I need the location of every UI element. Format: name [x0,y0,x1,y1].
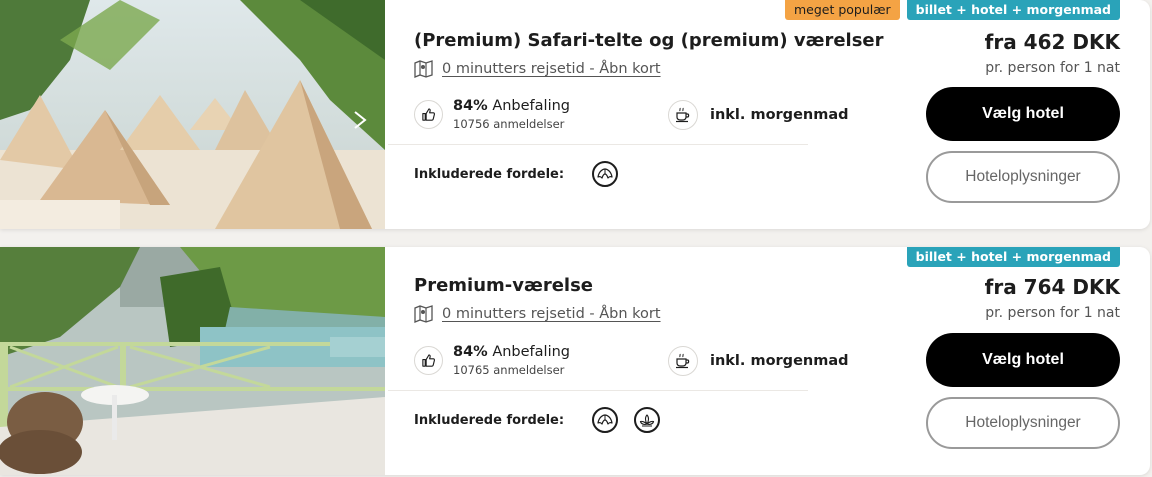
hotel-photo[interactable] [0,247,385,475]
included-benefits: Inkluderede fordele: [414,407,676,433]
price-note: pr. person for 1 nat [985,305,1120,321]
thumbs-up-icon [414,100,443,129]
croissant-icon[interactable] [592,161,619,187]
price: fra 764 DKK [984,275,1120,299]
hotel-title[interactable]: Premium-værelse [414,275,593,296]
map-link[interactable]: 0 minutters rejsetid - Åbn kort [414,305,661,323]
map-link-label: 0 minutters rejsetid - Åbn kort [442,306,661,322]
map-icon [414,60,433,78]
lotus-icon[interactable] [634,407,661,433]
recommendation-percent: 84% [453,98,488,114]
recommendation-label: Anbefaling [492,344,571,360]
divider [388,144,808,145]
recommendation-percent: 84% [453,344,488,360]
croissant-icon[interactable] [592,407,619,433]
thumbs-up-icon [414,346,443,375]
review-count: 10765 anmeldelser [453,363,565,377]
hotel-info-button[interactable]: Hoteloplysninger [926,151,1120,203]
benefits-label: Inkluderede fordele: [414,412,565,428]
hotel-title[interactable]: (Premium) Safari-telte og (premium) være… [414,30,884,51]
hotel-card: billet + hotel + morgenmad Premium-værel… [0,247,1150,475]
recommendation: 84% Anbefaling 10765 anmeldelser [414,344,570,377]
map-icon [414,305,433,323]
hotel-photo[interactable] [0,0,385,229]
breakfast-info: inkl. morgenmad [668,100,849,130]
recommendation-label: Anbefaling [492,98,571,114]
select-hotel-button[interactable]: Vælg hotel [926,87,1120,141]
included-benefits: Inkluderede fordele: [414,161,634,187]
review-count: 10756 anmeldelser [453,117,565,131]
safari-tents-image [0,0,385,229]
divider [388,390,808,391]
breakfast-label: inkl. morgenmad [710,107,849,123]
select-hotel-button[interactable]: Vælg hotel [926,333,1120,387]
map-link-label: 0 minutters rejsetid - Åbn kort [442,61,661,77]
package-badge: billet + hotel + morgenmad [906,247,1120,267]
package-badge: billet + hotel + morgenmad [906,0,1120,20]
benefits-label: Inkluderede fordele: [414,166,565,182]
price: fra 462 DKK [984,30,1120,54]
popular-badge: meget populær [784,0,900,20]
hotel-info-button[interactable]: Hoteloplysninger [926,397,1120,449]
premium-room-image [0,247,385,475]
recommendation: 84% Anbefaling 10756 anmeldelser [414,98,570,131]
hotel-card: meget populær billet + hotel + morgenmad… [0,0,1150,229]
breakfast-label: inkl. morgenmad [710,353,849,369]
price-note: pr. person for 1 nat [985,60,1120,76]
map-link[interactable]: 0 minutters rejsetid - Åbn kort [414,60,661,78]
coffee-cup-icon [668,100,698,130]
breakfast-info: inkl. morgenmad [668,346,849,376]
coffee-cup-icon [668,346,698,376]
